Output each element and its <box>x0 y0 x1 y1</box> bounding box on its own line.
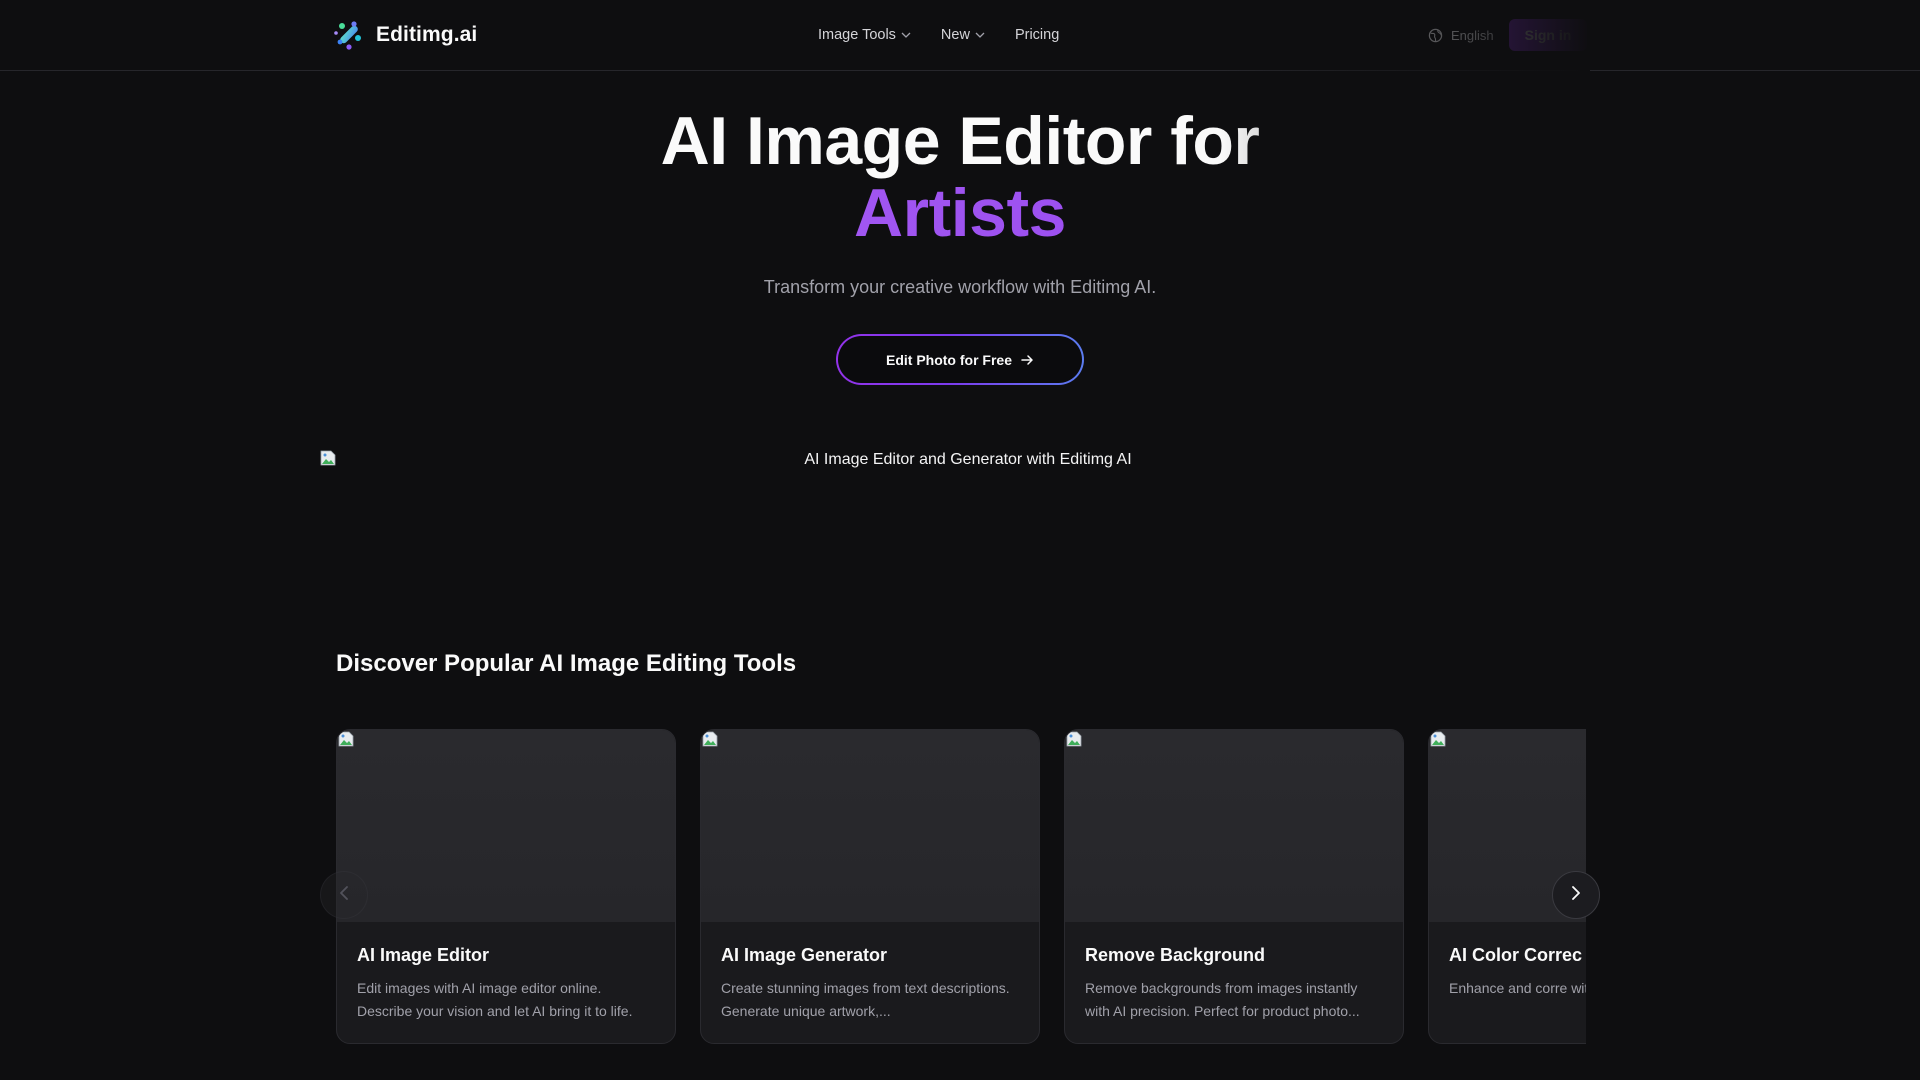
page: Editimg.ai Image Tools New Pricing Engli… <box>0 0 1920 1080</box>
nav-image-tools[interactable]: Image Tools <box>818 27 911 43</box>
hero-subtitle: Transform your creative workflow with Ed… <box>763 277 1157 297</box>
brand-logo-link[interactable]: Editimg.ai <box>332 18 477 52</box>
cta-label: Edit Photo for Free <box>886 351 1012 368</box>
card-body: AI Image Generator Create stunning image… <box>721 945 1021 1023</box>
nav-new-label: New <box>940 27 970 43</box>
hero-title-accent: Artists <box>0 177 1920 249</box>
sign-in-button[interactable]: Sign in <box>1509 19 1587 51</box>
card-title: AI Image Editor <box>357 945 490 965</box>
card-body: AI Image Editor Edit images with AI imag… <box>357 945 657 1023</box>
tools-carousel: AI Image Editor Edit images with AI imag… <box>336 729 1586 1045</box>
card-image <box>337 730 675 922</box>
carousel-prev-button[interactable] <box>320 871 368 919</box>
card-description: Create stunning images from text descrip… <box>721 980 1010 1019</box>
chevron-right-icon <box>1571 885 1581 906</box>
tool-card[interactable]: AI Image Generator Create stunning image… <box>700 729 1040 1044</box>
card-description: Edit images with AI image editor online.… <box>357 980 633 1019</box>
card-title: AI Color Correc <box>1449 945 1583 965</box>
globe-icon <box>1428 28 1443 43</box>
card-body: AI Color Correc Enhance and corre with p… <box>1449 945 1586 1023</box>
carousel-next-button[interactable] <box>1552 871 1600 919</box>
editimg-logo-icon <box>332 18 366 52</box>
card-description: Enhance and corre with professional A <box>1449 980 1586 996</box>
tool-card[interactable]: Remove Background Remove backgrounds fro… <box>1064 729 1404 1044</box>
edit-photo-free-button[interactable]: Edit Photo for Free <box>836 334 1084 385</box>
broken-image-icon <box>702 731 718 747</box>
hero-image-alt-text: AI Image Editor and Generator with Editi… <box>804 451 1132 468</box>
cta-inner: Edit Photo for Free <box>838 336 1082 383</box>
chevron-down-icon <box>975 32 985 38</box>
hero-image: AI Image Editor and Generator with Editi… <box>320 450 1600 570</box>
card-image <box>1065 730 1403 922</box>
chevron-down-icon <box>901 32 911 38</box>
section-title: Discover Popular AI Image Editing Tools <box>336 650 797 677</box>
broken-image-icon <box>338 731 354 747</box>
nav-new[interactable]: New <box>941 27 985 43</box>
card-image <box>701 730 1039 922</box>
language-label: English <box>1451 27 1494 43</box>
card-body: Remove Background Remove backgrounds fro… <box>1085 945 1385 1023</box>
nav-pricing-label: Pricing <box>1014 27 1060 43</box>
brand-name: Editimg.ai <box>376 23 478 46</box>
chevron-left-icon <box>339 885 349 906</box>
card-title: AI Image Generator <box>721 945 888 965</box>
top-navbar: Editimg.ai Image Tools New Pricing Engli… <box>0 0 1920 71</box>
broken-image-icon <box>1066 731 1082 747</box>
nav-image-tools-label: Image Tools <box>818 27 896 43</box>
nav-pricing[interactable]: Pricing <box>1015 27 1059 43</box>
hero-title: AI Image Editor for <box>660 103 1260 179</box>
main-nav: Image Tools New Pricing <box>818 24 1059 46</box>
language-selector[interactable]: English <box>1428 24 1494 46</box>
card-description: Remove backgrounds from images instantly… <box>1085 980 1360 1019</box>
broken-image-icon <box>1430 731 1446 747</box>
card-title: Remove Background <box>1085 945 1266 965</box>
tool-card[interactable]: AI Image Editor Edit images with AI imag… <box>336 729 676 1044</box>
arrow-right-icon <box>1021 354 1034 366</box>
